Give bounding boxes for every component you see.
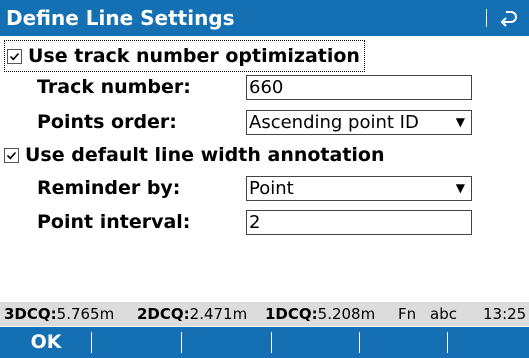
dropdown-arrow-icon: ▼ <box>455 115 465 129</box>
dropdown-arrow-icon: ▼ <box>455 181 465 195</box>
track-number-value: 660 <box>249 77 284 98</box>
return-arrow-icon[interactable] <box>494 4 524 32</box>
track-optimization-checkbox[interactable] <box>7 48 22 64</box>
status-1dcq: 1DCQ:5.208m <box>265 305 376 323</box>
points-order-label: Points order: <box>37 111 177 133</box>
status-2dcq: 2DCQ:2.471m <box>137 305 248 323</box>
track-number-label: Track number: <box>37 76 191 98</box>
softkey-f3[interactable] <box>182 327 272 358</box>
points-order-select[interactable]: Ascending point ID ▼ <box>246 110 472 135</box>
reminder-by-label: Reminder by: <box>37 177 181 199</box>
softkey-f4[interactable] <box>272 327 360 358</box>
status-input-mode: abc <box>430 305 457 323</box>
ok-button[interactable]: OK <box>0 327 92 358</box>
track-number-input[interactable]: 660 <box>246 75 472 100</box>
track-optimization-checkbox-row[interactable]: Use track number optimization <box>4 40 365 72</box>
title-bar: Define Line Settings <box>0 0 529 36</box>
status-bar: 3DCQ:5.765m 2DCQ:2.471m 1DCQ:5.208m Fn a… <box>0 302 529 326</box>
softkey-f2[interactable] <box>92 327 182 358</box>
reminder-by-value: Point <box>249 178 294 199</box>
status-fn: Fn <box>398 305 417 323</box>
point-interval-input[interactable]: 2 <box>246 210 472 235</box>
reminder-by-select[interactable]: Point ▼ <box>246 176 472 201</box>
default-width-checkbox[interactable] <box>4 147 19 163</box>
status-3dcq: 3DCQ:5.765m <box>4 305 115 323</box>
title-divider <box>486 9 487 27</box>
points-order-value: Ascending point ID <box>249 112 419 133</box>
softkey-f5[interactable] <box>360 327 448 358</box>
track-optimization-label: Use track number optimization <box>28 45 360 67</box>
default-width-label: Use default line width annotation <box>25 144 385 166</box>
softkey-f6[interactable] <box>448 327 529 358</box>
page-title: Define Line Settings <box>6 6 235 30</box>
point-interval-label: Point interval: <box>37 211 191 233</box>
softkey-bar: OK <box>0 327 529 358</box>
status-time: 13:25 <box>483 305 527 323</box>
point-interval-value: 2 <box>249 212 261 233</box>
default-width-checkbox-row[interactable]: Use default line width annotation <box>4 140 385 170</box>
